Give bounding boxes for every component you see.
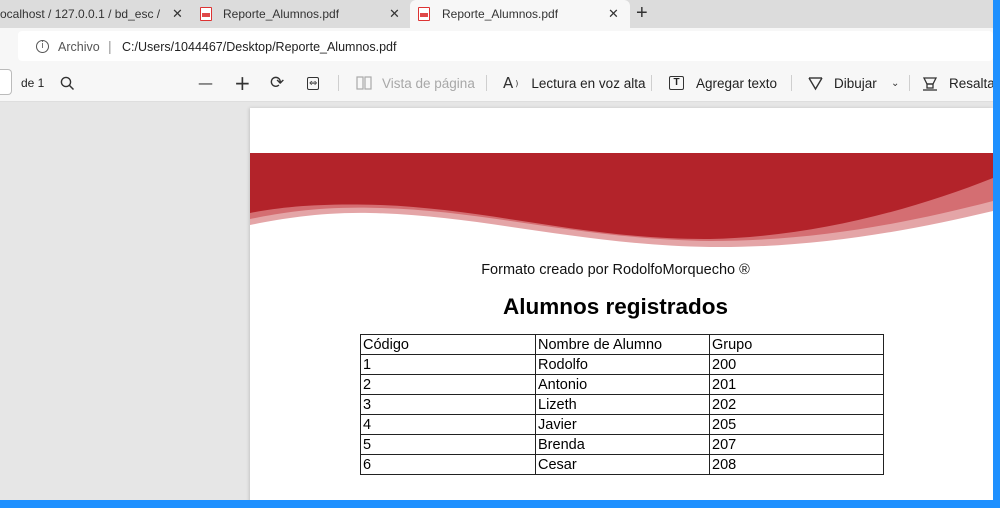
info-icon[interactable]: i [36,40,49,53]
document-credit: Formato creado por RodolfoMorquecho ® [481,262,750,278]
table-cell: Cesar [535,454,710,475]
page-number-input[interactable] [0,69,12,95]
close-icon[interactable]: ✕ [608,6,619,22]
tab-reporte-1[interactable]: Reporte_Alumnos.pdf ✕ [196,0,406,28]
page-view-button[interactable]: Vista de página [356,64,475,102]
fit-width-button[interactable]: ⇔ [307,64,320,102]
table-cell: 6 [360,454,536,475]
highlight-button[interactable]: Resaltar [922,64,993,102]
table-cell: 208 [709,454,884,475]
table-cell: Rodolfo [535,354,710,375]
read-aloud-icon: A [503,74,514,92]
tab-label: ocalhost / 127.0.0.1 / bd_esc / al [0,7,164,21]
page-count-label: de 1 [21,76,45,90]
pdf-viewport[interactable]: Formato creado por RodolfoMorquecho ® Al… [0,102,993,500]
add-text-label: Agregar texto [696,75,778,91]
table-cell: 207 [709,434,884,455]
toolbar-divider [338,75,339,91]
table-row: 4 Javier 205 [360,414,884,435]
toolbar-divider [486,75,487,91]
address-field[interactable]: i Archivo | C:/Users/1044467/Desktop/Rep… [18,31,993,61]
rotate-button[interactable]: ⟳ [270,64,284,102]
search-button[interactable] [60,64,75,102]
fit-width-icon: ⇔ [307,76,320,90]
draw-label: Dibujar [834,75,877,91]
pdf-icon [418,7,430,21]
table-row: 3 Lizeth 202 [360,394,884,415]
table-cell: 201 [709,374,884,395]
pdf-page: Formato creado por RodolfoMorquecho ® Al… [250,108,993,500]
table-cell: 202 [709,394,884,415]
tab-label: Reporte_Alumnos.pdf [223,7,340,21]
read-aloud-label: Lectura en voz alta [531,75,646,91]
draw-icon [808,76,823,90]
draw-button[interactable]: Dibujar [808,64,877,102]
table-row: 2 Antonio 201 [360,374,884,395]
search-icon [60,76,75,90]
toolbar-divider [651,75,652,91]
table-row: 5 Brenda 207 [360,434,884,455]
close-icon[interactable]: ✕ [172,6,183,22]
table-cell: 1 [360,354,536,375]
table-cell: 5 [360,434,536,455]
browser-window: ocalhost / 127.0.0.1 / bd_esc / al ✕ Rep… [0,0,993,500]
tab-reporte-active[interactable]: Reporte_Alumnos.pdf ✕ [410,0,630,28]
table-row: 6 Cesar 208 [360,454,884,475]
toolbar-divider [909,75,910,91]
tab-phpmyadmin[interactable]: ocalhost / 127.0.0.1 / bd_esc / al ✕ [0,0,190,28]
header-banner-graphic [250,153,993,248]
table-cell: Antonio [535,374,710,395]
table-header-row: Código Nombre de Alumno Grupo [360,334,884,355]
page-view-icon [356,76,372,90]
text-box-icon: T [669,76,684,90]
students-table: Código Nombre de Alumno Grupo 1 Rodolfo … [360,334,884,475]
site-label: Archivo [58,40,100,54]
header-cell: Nombre de Alumno [535,334,710,355]
minus-icon: — [198,74,213,92]
table-cell: 3 [360,394,536,415]
page-view-label: Vista de página [382,75,475,91]
new-tab-button[interactable]: + [636,3,648,23]
add-text-button[interactable]: T Agregar texto [669,64,777,102]
table-cell: 4 [360,414,536,435]
header-cell: Código [360,334,536,355]
plus-icon: + [234,71,251,95]
tab-strip: ocalhost / 127.0.0.1 / bd_esc / al ✕ Rep… [0,0,993,28]
table-cell: 205 [709,414,884,435]
pdf-icon [200,7,212,21]
tab-label: Reporte_Alumnos.pdf [442,7,559,21]
url-text[interactable]: C:/Users/1044467/Desktop/Reporte_Alumnos… [122,40,396,54]
page-count: de 1 [21,64,44,102]
close-icon[interactable]: ✕ [389,6,400,22]
table-cell: 200 [709,354,884,375]
zoom-in-button[interactable]: + [234,64,251,102]
rotate-icon: ⟳ [270,73,285,93]
table-cell: Lizeth [535,394,710,415]
divider: | [108,38,112,54]
highlighter-icon [922,76,938,91]
draw-options-button[interactable]: ⌄ [891,64,899,102]
header-cell: Grupo [709,334,884,355]
toolbar-divider [791,75,792,91]
sound-wave-icon: ) [515,78,519,88]
document-title: Alumnos registrados [502,294,729,319]
chevron-down-icon: ⌄ [891,77,900,89]
table-cell: Javier [535,414,710,435]
table-cell: Brenda [535,434,710,455]
table-row: 1 Rodolfo 200 [360,354,884,375]
pdf-toolbar: de 1 — + ⟳ ⇔ Vista de página A) Lectura… [0,64,993,102]
highlight-label: Resaltar [949,75,993,91]
zoom-out-button[interactable]: — [198,64,213,102]
address-bar: i Archivo | C:/Users/1044467/Desktop/Rep… [0,28,993,64]
table-cell: 2 [360,374,536,395]
read-aloud-button[interactable]: A ) Lectura en voz alta [503,64,645,102]
